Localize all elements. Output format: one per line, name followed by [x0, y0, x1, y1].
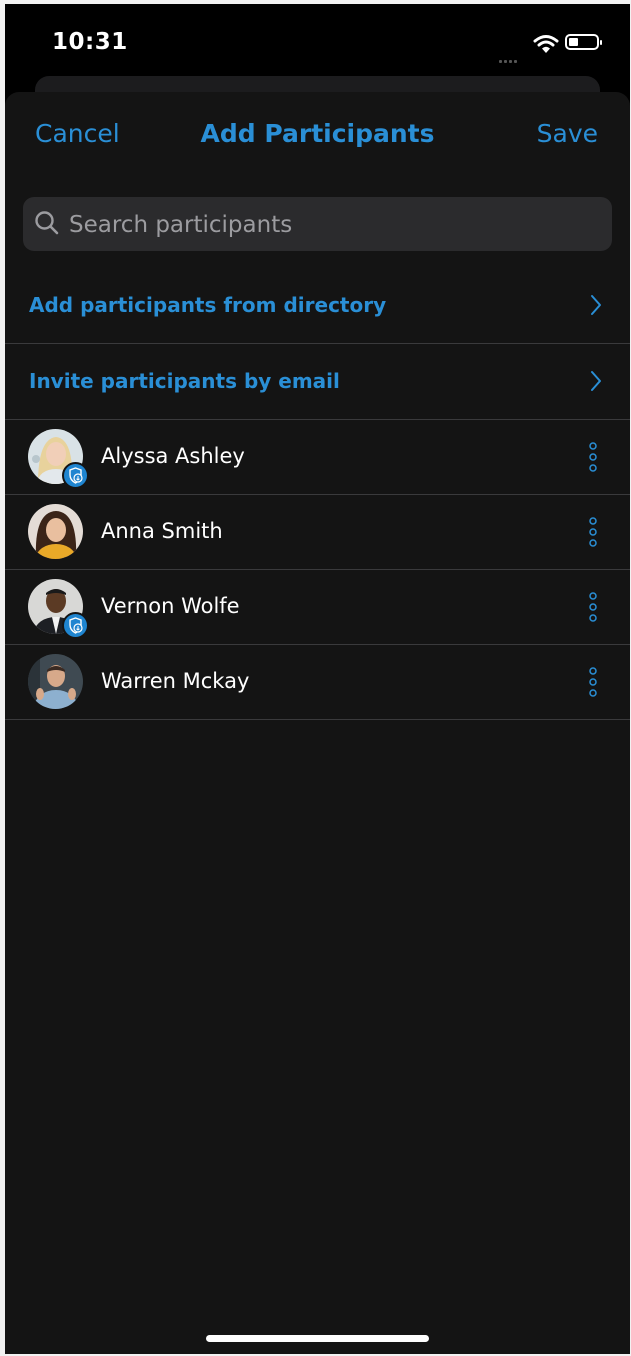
- participant-name: Anna Smith: [101, 519, 223, 543]
- phone-screen: 10:31 Add Participants Cancel Save Add p…: [5, 4, 630, 1354]
- more-options-icon[interactable]: [588, 666, 598, 698]
- participant-row[interactable]: Alyssa Ashley: [5, 419, 630, 495]
- cancel-button[interactable]: Cancel: [35, 119, 120, 148]
- cellular-signal-icon: [499, 48, 519, 67]
- shield-download-icon: [62, 462, 89, 489]
- search-input[interactable]: [67, 197, 591, 253]
- shield-download-icon: [62, 612, 89, 639]
- save-button[interactable]: Save: [537, 119, 598, 148]
- wifi-icon: [533, 35, 559, 53]
- chevron-right-icon: [591, 371, 601, 391]
- participant-row[interactable]: Vernon Wolfe: [5, 569, 630, 645]
- invite-by-email-label: Invite participants by email: [29, 369, 340, 393]
- add-from-directory-row[interactable]: Add participants from directory: [5, 268, 630, 344]
- add-from-directory-label: Add participants from directory: [29, 293, 387, 317]
- participant-name: Vernon Wolfe: [101, 594, 240, 618]
- add-participants-sheet: Add Participants Cancel Save Add partici…: [5, 92, 630, 1354]
- more-options-icon[interactable]: [588, 516, 598, 548]
- avatar: [28, 654, 83, 709]
- chevron-right-icon: [591, 295, 601, 315]
- nav-bar: Add Participants Cancel Save: [5, 92, 630, 182]
- battery-icon: [565, 34, 602, 50]
- invite-by-email-row[interactable]: Invite participants by email: [5, 344, 630, 420]
- participant-row[interactable]: Anna Smith: [5, 494, 630, 570]
- status-bar: 10:31: [5, 4, 630, 84]
- status-time: 10:31: [52, 29, 128, 55]
- participant-row[interactable]: Warren Mckay: [5, 644, 630, 720]
- more-options-icon[interactable]: [588, 441, 598, 473]
- participant-name: Warren Mckay: [101, 669, 250, 693]
- search-icon: [35, 211, 59, 235]
- home-indicator[interactable]: [206, 1335, 429, 1342]
- search-bar[interactable]: [23, 197, 612, 253]
- more-options-icon[interactable]: [588, 591, 598, 623]
- avatar: [28, 504, 83, 559]
- participant-name: Alyssa Ashley: [101, 444, 245, 468]
